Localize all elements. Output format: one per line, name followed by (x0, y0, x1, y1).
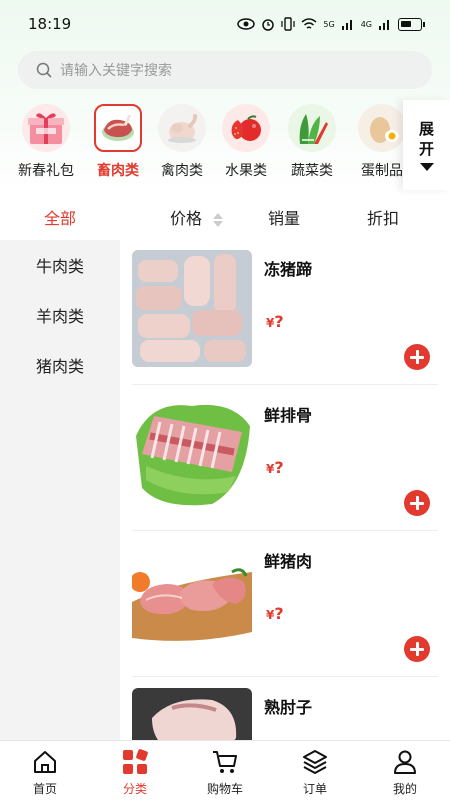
product-name: 熟肘子 (264, 698, 313, 717)
nav-label: 我的 (392, 782, 417, 796)
sort-price-label: 价格 (170, 209, 203, 228)
nav-label: 购物车 (206, 782, 243, 796)
order-layers-icon (303, 750, 327, 774)
nav-home[interactable]: 首页 (0, 741, 90, 800)
product-list: 冻猪蹄 ¥? 鲜排骨 ¥? 鲜猪肉 ¥? 熟肘子 (120, 240, 450, 740)
sort-arrows-icon (213, 212, 224, 227)
nav-cart[interactable]: 购物车 (180, 741, 270, 800)
cart-icon (213, 751, 237, 773)
product-name: 冻猪蹄 (264, 260, 313, 279)
product-card[interactable]: 冻猪蹄 ¥? (132, 240, 438, 385)
bottom-navigation: 首页 分类 购物车 订单 我的 (0, 740, 450, 800)
nav-label: 分类 (122, 782, 147, 796)
product-price: ¥? (266, 312, 284, 331)
category-item-vegetables[interactable]: 蔬菜类 (280, 104, 344, 180)
vibrate-icon (281, 17, 296, 31)
wifi-icon (301, 18, 317, 29)
category-label: 水果类 (225, 163, 267, 179)
vegetables-image (288, 104, 336, 152)
gift-box-image (22, 104, 70, 152)
product-name: 鲜排骨 (264, 406, 313, 425)
frozen-trotters-image (132, 250, 252, 367)
category-label: 畜肉类 (97, 163, 139, 179)
sort-sales[interactable]: 销量 (268, 205, 300, 229)
search-placeholder: 请输入关键字搜索 (60, 63, 172, 79)
expand-label-1: 展 (418, 120, 434, 138)
expand-categories-button[interactable]: 展 开 (403, 100, 450, 190)
category-icon (123, 749, 148, 774)
user-icon (394, 750, 416, 774)
status-bar: 18:19 5G 4G (0, 0, 450, 48)
status-icons: 5G 4G (237, 17, 425, 31)
category-item-fruit[interactable]: 水果类 (214, 104, 278, 180)
sort-bar: 全部 价格 销量 折扣 (0, 195, 450, 237)
add-to-cart-button[interactable] (404, 636, 430, 662)
battery-icon (398, 17, 425, 31)
category-item-red-meat[interactable]: 畜肉类 (86, 104, 150, 180)
eye-icon (237, 18, 256, 30)
fresh-ribs-image (132, 396, 252, 513)
network-5g: 5G (323, 19, 335, 29)
category-label: 蔬菜类 (291, 163, 333, 179)
sort-discount[interactable]: 折扣 (367, 205, 399, 229)
sidebar-item-lamb[interactable]: 羊肉类 (0, 292, 120, 342)
network-4g: 4G (360, 19, 372, 29)
add-to-cart-button[interactable] (404, 344, 430, 370)
product-price: ¥? (266, 458, 284, 477)
status-time: 18:19 (28, 15, 72, 33)
fresh-pork-image (132, 542, 252, 659)
egg-image (358, 104, 406, 152)
sort-all[interactable]: 全部 (44, 205, 76, 229)
nav-profile[interactable]: 我的 (360, 741, 450, 800)
red-meat-image (94, 104, 142, 152)
category-strip: 新春礼包 畜肉类 禽肉类 水果类 蔬菜类 蛋制品 (0, 104, 450, 190)
nav-orders[interactable]: 订单 (270, 741, 360, 800)
signal-icon (341, 20, 352, 30)
category-item-gift[interactable]: 新春礼包 (14, 104, 78, 180)
add-to-cart-button[interactable] (404, 490, 430, 516)
signal-icon-2 (379, 20, 389, 30)
category-label: 新春礼包 (18, 163, 74, 179)
category-label: 禽肉类 (161, 163, 203, 179)
sidebar-item-pork[interactable]: 猪肉类 (0, 342, 120, 392)
category-item-poultry[interactable]: 禽肉类 (150, 104, 214, 180)
product-card[interactable]: 鲜排骨 ¥? (132, 386, 438, 531)
product-card[interactable]: 鲜猪肉 ¥? (132, 532, 438, 677)
search-input[interactable]: 请输入关键字搜索 (18, 51, 432, 89)
search-icon (36, 62, 52, 78)
product-name: 鲜猪肉 (264, 552, 313, 571)
alarm-icon (262, 19, 275, 31)
expand-label-2: 开 (418, 140, 434, 158)
product-price: ¥? (266, 604, 284, 623)
subcategory-sidebar: 牛肉类 羊肉类 猪肉类 (0, 240, 120, 740)
triangle-down-icon (419, 163, 434, 171)
sort-price[interactable]: 价格 (170, 205, 224, 229)
product-card[interactable]: 熟肘子 (132, 678, 438, 740)
sidebar-item-beef[interactable]: 牛肉类 (0, 242, 120, 292)
home-icon (34, 751, 56, 773)
poultry-image (158, 104, 206, 152)
nav-category[interactable]: 分类 (90, 741, 180, 800)
cooked-pork-knuckle-image (132, 688, 252, 740)
nav-label: 订单 (302, 782, 327, 796)
nav-label: 首页 (32, 782, 57, 796)
strawberry-apple-image (222, 104, 270, 152)
